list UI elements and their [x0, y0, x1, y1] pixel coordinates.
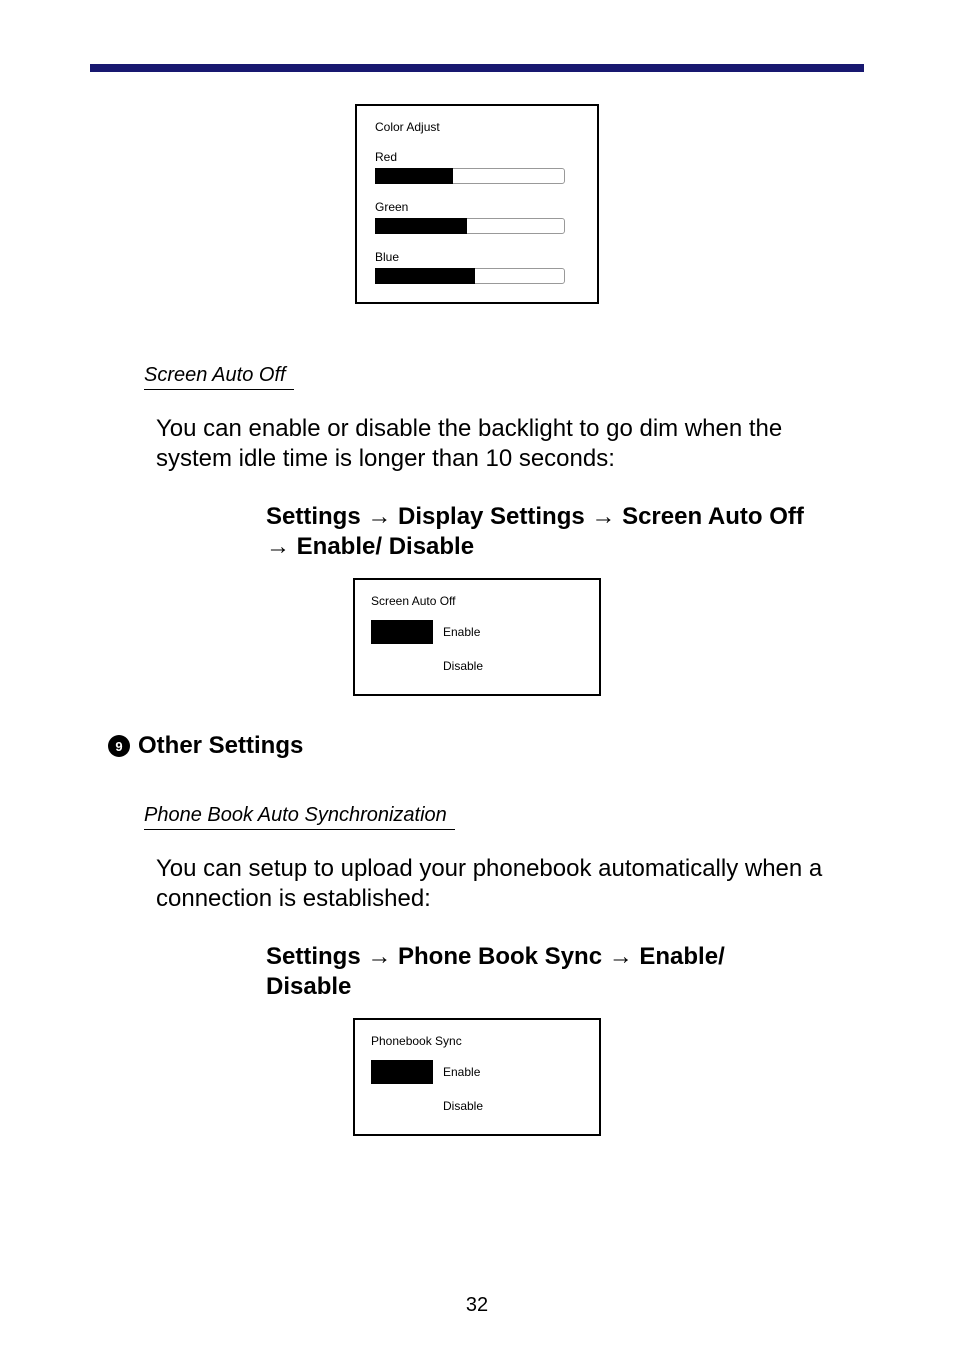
slider-label-blue: Blue: [375, 250, 579, 264]
check-icon[interactable]: [371, 1094, 433, 1118]
section-heading-other: 9 Other Settings: [108, 732, 846, 760]
panel-title: Phonebook Sync: [371, 1034, 583, 1048]
option-enable[interactable]: Enable: [443, 625, 480, 639]
bullet-number-icon: 9: [108, 735, 130, 757]
panel-title: Screen Auto Off: [371, 594, 583, 608]
slider-row: Blue: [375, 250, 579, 284]
body-text: You can enable or disable the backlight …: [156, 414, 846, 474]
page-number: 32: [0, 1294, 954, 1317]
slider-fill: [375, 218, 467, 234]
slider-fill: [375, 168, 453, 184]
option-disable[interactable]: Disable: [443, 659, 483, 673]
color-adjust-panel: Color Adjust Red Green Blue: [355, 104, 599, 304]
slider-label-red: Red: [375, 150, 579, 164]
subheading-screen-auto-off: Screen Auto Off: [144, 364, 294, 390]
page-content: Color Adjust Red Green Blue S: [108, 98, 846, 1136]
menu-path: Settings → Phone Book Sync → Enable/ Dis…: [266, 942, 806, 1002]
option-row: Disable: [371, 1094, 583, 1118]
section-title: Other Settings: [138, 732, 303, 760]
slider-label-green: Green: [375, 200, 579, 214]
option-row: Enable: [371, 1060, 583, 1084]
slider-track[interactable]: [375, 168, 565, 184]
header-rule: [90, 64, 864, 72]
screen-auto-off-panel: Screen Auto Off Enable Disable: [353, 578, 601, 696]
check-icon[interactable]: [371, 620, 433, 644]
slider-row: Red: [375, 150, 579, 184]
slider-track[interactable]: [375, 218, 565, 234]
option-row: Disable: [371, 654, 583, 678]
document-page: Color Adjust Red Green Blue S: [0, 0, 954, 1351]
subheading-phonebook-sync: Phone Book Auto Synchronization: [144, 804, 455, 830]
color-adjust-title: Color Adjust: [375, 120, 579, 134]
slider-fill: [375, 268, 475, 284]
phonebook-sync-panel: Phonebook Sync Enable Disable: [353, 1018, 601, 1136]
slider-row: Green: [375, 200, 579, 234]
option-disable[interactable]: Disable: [443, 1099, 483, 1113]
slider-track[interactable]: [375, 268, 565, 284]
option-row: Enable: [371, 620, 583, 644]
check-icon[interactable]: [371, 1060, 433, 1084]
check-icon[interactable]: [371, 654, 433, 678]
menu-path: Settings → Display Settings → Screen Aut…: [266, 502, 806, 562]
body-text: You can setup to upload your phonebook a…: [156, 854, 846, 914]
option-enable[interactable]: Enable: [443, 1065, 480, 1079]
